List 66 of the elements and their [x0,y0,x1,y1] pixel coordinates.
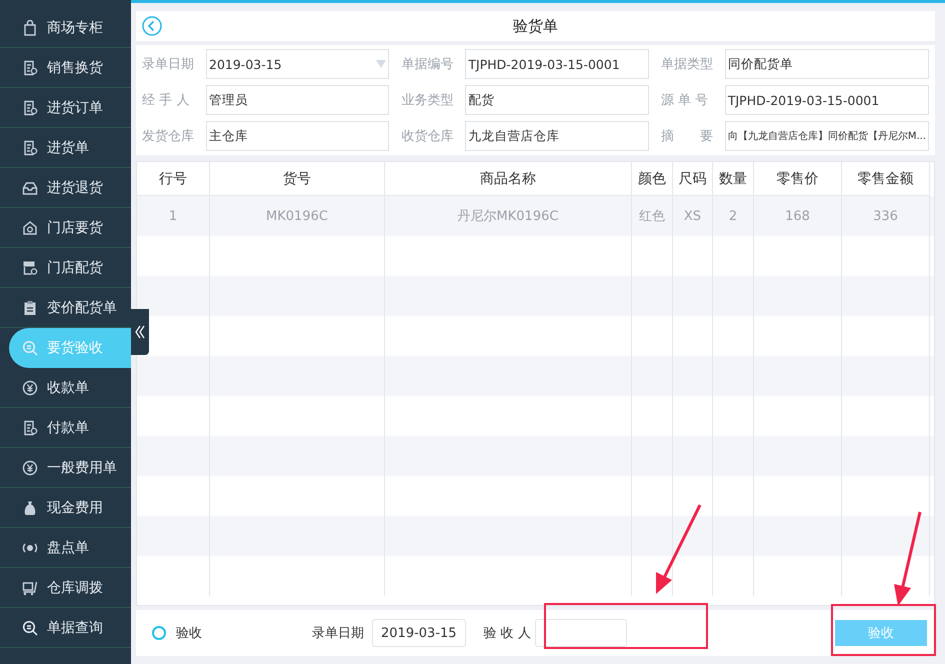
tray-icon [22,180,38,196]
input-field[interactable]: 九龙自营店仓库 [465,121,649,151]
sidebar-item[interactable]: 门店配货 [0,248,131,288]
sidebar-item[interactable]: 门店要货 [0,208,131,248]
shop-icon [22,260,38,276]
inspector-label: 验 收 人 [484,625,531,642]
date-label: 录单日期 [312,625,364,642]
input-field[interactable]: TJPHD-2019-03-15-0001 [465,49,649,79]
input-field[interactable]: 向【九龙自营店仓库】同价配货【丹尼尔M... [724,121,929,151]
table-cell: 丹尼尔MK0196C [385,196,632,236]
field-label: 收货仓库 [401,128,454,145]
field-label: 业务类型 [401,92,454,109]
document-icon [22,420,38,436]
input-field[interactable]: TJPHD-2019-03-15-0001 [724,85,929,115]
field-label: 经 手 人 [142,92,190,109]
yen-icon [22,460,38,476]
date-field[interactable]: 2019-03-15 [372,619,466,647]
table-cell: 336 [842,196,930,236]
field-label: 单据编号 [401,56,454,73]
clipboard-icon [22,300,38,316]
sidebar-item[interactable]: 进货订单 [0,88,131,128]
sidebar-item[interactable]: 进货退货 [0,168,131,208]
back-icon[interactable] [142,16,162,36]
dropdown-arrow-icon [376,60,386,68]
search-icon [22,620,38,636]
collapse-tab[interactable] [131,309,149,355]
table-cell: 168 [754,196,842,236]
input-field[interactable]: 主仓库 [206,121,390,151]
input-field[interactable]: 同价配货单 [724,49,929,79]
input-field[interactable]: 管理员 [206,85,390,115]
sidebar-item[interactable]: 进货单 [0,128,131,168]
field-label: 摘 要 [660,128,714,145]
sidebar-item[interactable]: 商场专柜 [0,8,131,48]
search-icon [22,340,38,356]
document-icon [22,140,38,156]
document-icon [22,60,38,76]
double-chevron-icon [135,325,145,339]
sidebar-item[interactable]: 付款单 [0,408,131,448]
table-cell: 2 [713,196,754,236]
yen-icon [22,380,38,396]
radio-label: 验收 [176,625,202,642]
document-icon [22,100,38,116]
bag-icon [22,20,38,36]
sidebar-item[interactable]: 一般费用单 [0,448,131,488]
money-bag-icon [22,500,38,516]
radio-button[interactable] [152,626,166,640]
sidebar-item[interactable]: 盘点单 [0,528,131,568]
sidebar-item[interactable]: 单据查询 [0,608,131,648]
field-label: 单据类型 [660,56,714,73]
date-dropdown[interactable]: 2019-03-15 [206,49,390,79]
cart-icon [22,580,38,596]
input-field[interactable]: 配货 [465,85,649,115]
field-label: 源 单 号 [660,92,710,109]
table-cell: 1 [137,196,210,236]
sidebar-item[interactable]: 销售换货 [0,48,131,88]
table-cell: MK0196C [210,196,385,236]
sidebar-item[interactable]: 收款单 [0,368,131,408]
sidebar-item[interactable]: 现金费用 [0,488,131,528]
field-label: 发货仓库 [142,128,195,145]
sidebar-item[interactable]: 仓库调拨 [0,568,131,608]
field-label: 录单日期 [142,56,195,73]
input-field[interactable] [534,619,627,647]
table-cell: 红色 [632,196,673,236]
table-cell: XS [673,196,713,236]
home-icon [22,220,38,236]
window-title: 验货单 [513,16,559,36]
